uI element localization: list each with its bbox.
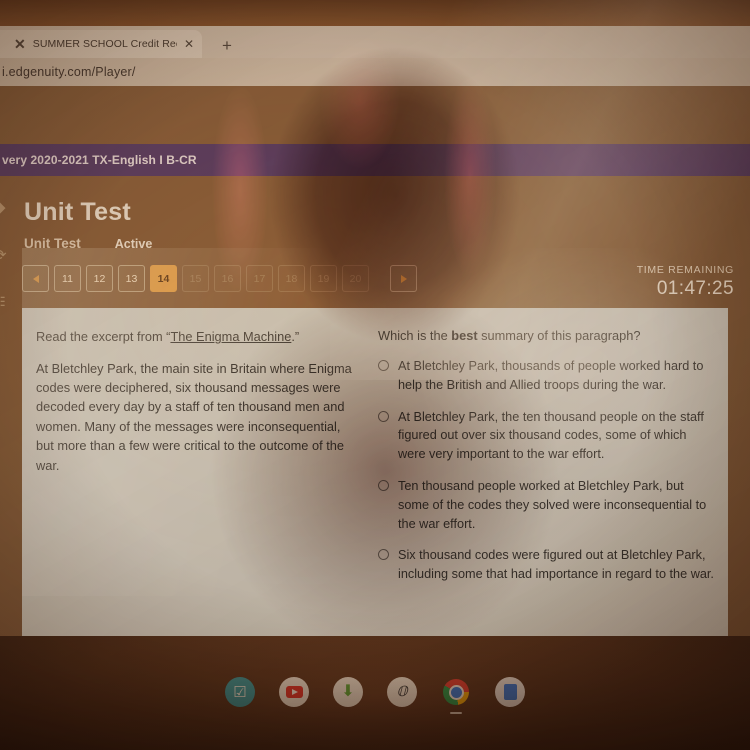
refresh-icon[interactable]: ⟳ bbox=[0, 246, 7, 264]
time-remaining: TIME REMAINING 01:47:25 bbox=[637, 264, 734, 300]
notes-icon[interactable]: ☷ bbox=[0, 294, 6, 310]
status-badge: Active bbox=[114, 236, 153, 251]
course-banner: very 2020-2021 TX-English I B-CR bbox=[0, 144, 750, 176]
browser-tab-title: SUMMER SCHOOL Credit Recove bbox=[32, 38, 177, 50]
course-title: very 2020-2021 TX-English I B-CR bbox=[2, 153, 197, 167]
question-text: Which is the best summary of this paragr… bbox=[378, 328, 714, 343]
pager-item-18[interactable]: 18 bbox=[278, 265, 305, 292]
docs-file-icon[interactable] bbox=[495, 677, 525, 707]
pager-next-button[interactable] bbox=[390, 265, 417, 292]
x-mark-icon: ✕ bbox=[14, 36, 26, 52]
passage-body: At Bletchley Park, the main site in Brit… bbox=[36, 360, 352, 473]
time-remaining-value: 01:47:25 bbox=[656, 278, 734, 299]
answer-option-d[interactable]: Six thousand codes were figured out at B… bbox=[378, 546, 714, 584]
pager-item-15[interactable]: 15 bbox=[182, 265, 209, 292]
pager-item-12[interactable]: 12 bbox=[86, 265, 113, 292]
time-remaining-label: TIME REMAINING bbox=[636, 264, 734, 276]
address-bar-url: i.edgenuity.com/Player/ bbox=[2, 65, 136, 79]
page-title: Unit Test bbox=[24, 198, 131, 226]
question-emphasis: best bbox=[451, 328, 478, 343]
radio-button-d[interactable] bbox=[378, 549, 389, 561]
laptop-bezel-top bbox=[0, 0, 750, 26]
close-icon[interactable]: ✕ bbox=[184, 38, 194, 50]
question-text-after: summary of this paragraph? bbox=[477, 328, 641, 343]
pager-item-20[interactable]: 20 bbox=[342, 265, 369, 292]
chrome-icon[interactable] bbox=[441, 677, 471, 714]
answer-option-a-label: At Bletchley Park, thousands of people w… bbox=[398, 359, 704, 392]
answer-option-a[interactable]: At Bletchley Park, thousands of people w… bbox=[378, 357, 714, 395]
photo-of-laptop-screen: ✕ SUMMER SCHOOL Credit Recove ✕ + i.edge… bbox=[0, 0, 750, 750]
browser-address-bar[interactable]: i.edgenuity.com/Player/ bbox=[0, 58, 750, 86]
browser-tab-strip: ✕ SUMMER SCHOOL Credit Recove ✕ + bbox=[0, 26, 750, 58]
pager-item-11[interactable]: 11 bbox=[54, 265, 81, 292]
pager-item-14-active[interactable]: 14 bbox=[150, 265, 177, 292]
browser-tab[interactable]: ✕ SUMMER SCHOOL Credit Recove ✕ bbox=[0, 30, 202, 58]
pager-item-16[interactable]: 16 bbox=[214, 265, 241, 292]
pager-item-19[interactable]: 19 bbox=[310, 265, 337, 292]
lesson-header: Unit Test Unit Test Active bbox=[0, 198, 750, 251]
active-app-indicator bbox=[450, 711, 462, 714]
laptop-screen: ✕ SUMMER SCHOOL Credit Recove ✕ + i.edge… bbox=[0, 26, 750, 636]
question-column: Which is the best summary of this paragr… bbox=[374, 308, 728, 636]
answer-option-b-label: At Bletchley Park, the ten thousand peop… bbox=[398, 409, 704, 462]
sketch-pen-icon[interactable]: 𝕆 bbox=[387, 677, 417, 707]
pager-prev-button[interactable] bbox=[22, 265, 49, 292]
question-text-before: Which is the bbox=[378, 328, 452, 343]
answer-option-d-label: Six thousand codes were figured out at B… bbox=[398, 548, 714, 582]
answer-option-c[interactable]: Ten thousand people worked at Bletchley … bbox=[378, 477, 714, 533]
prompt-text-after: .” bbox=[291, 329, 300, 344]
excerpt-title-link[interactable]: The Enigma Machine bbox=[170, 329, 291, 344]
answer-option-c-label: Ten thousand people worked at Bletchley … bbox=[398, 478, 707, 531]
radio-button-c[interactable] bbox=[378, 479, 389, 491]
edgenuity-page: very 2020-2021 TX-English I B-CR Unit Te… bbox=[0, 86, 750, 636]
radio-button-a[interactable] bbox=[378, 360, 389, 371]
pager-item-13[interactable]: 13 bbox=[118, 265, 145, 292]
read-excerpt-prompt: Read the excerpt from “The Enigma Machin… bbox=[36, 328, 356, 347]
desk-and-taskbar-area: ☑ ⬇ 𝕆 bbox=[0, 636, 750, 750]
prompt-text-before: Read the excerpt from “ bbox=[36, 329, 171, 344]
lesson-subheader: Unit Test Active bbox=[0, 236, 750, 251]
download-arrow-icon[interactable]: ⬇ bbox=[333, 677, 363, 707]
lesson-name: Unit Test bbox=[24, 236, 81, 251]
passage-column: Read the excerpt from “The Enigma Machin… bbox=[22, 308, 374, 636]
question-pager: 11 12 13 14 15 16 17 18 19 20 bbox=[22, 265, 417, 292]
youtube-icon[interactable] bbox=[279, 677, 309, 707]
chromeos-taskbar: ☑ ⬇ 𝕆 bbox=[0, 664, 750, 720]
home-icon[interactable]: ◆ bbox=[0, 198, 6, 216]
answer-option-b[interactable]: At Bletchley Park, the ten thousand peop… bbox=[378, 408, 714, 464]
pager-item-17[interactable]: 17 bbox=[246, 265, 273, 292]
new-tab-button[interactable]: + bbox=[212, 33, 242, 58]
radio-button-b[interactable] bbox=[378, 410, 389, 422]
question-card: Read the excerpt from “The Enigma Machin… bbox=[22, 308, 728, 636]
checklist-app-icon[interactable]: ☑ bbox=[225, 677, 255, 707]
